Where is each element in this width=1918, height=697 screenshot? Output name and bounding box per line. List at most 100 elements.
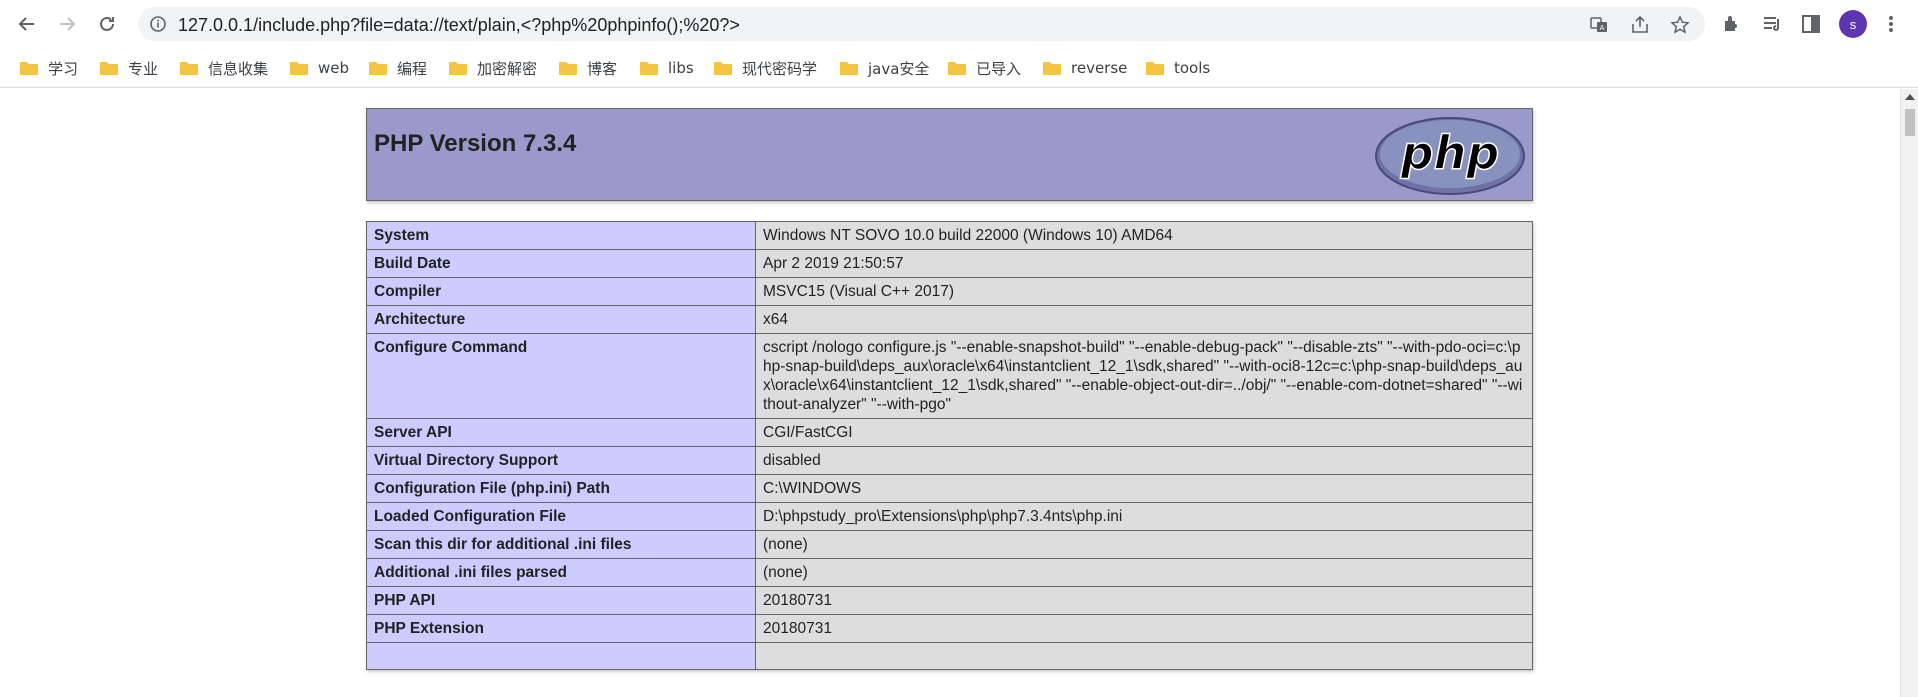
row-value: cscript /nologo configure.js "--enable-s… [755,333,1533,419]
bookmark-folder[interactable]: 加密解密 [449,56,537,80]
bookmark-folder[interactable]: 已导入 [948,56,1021,80]
translate-icon[interactable]: A [1589,15,1609,35]
row-key: Configuration File (php.ini) Path [366,474,756,503]
table-row [366,642,1533,670]
bookmark-label: 信息收集 [208,59,269,78]
side-panel-icon[interactable] [1800,13,1822,35]
reading-list-icon[interactable] [1761,13,1783,35]
browser-toolbar: 127.0.0.1/include.php?file=data://text/p… [0,0,1918,48]
reload-button[interactable] [92,9,122,39]
profile-avatar[interactable]: s [1839,10,1867,38]
vertical-scrollbar[interactable] [1900,89,1918,697]
bookmark-label: 现代密码学 [742,59,818,78]
bookmark-folder[interactable]: 学习 [20,56,78,80]
bookmark-folder[interactable]: java安全 [840,56,929,80]
bookmark-folder[interactable]: libs [640,56,694,80]
folder-icon [840,62,858,75]
row-key [366,642,756,670]
row-value: Windows NT SOVO 10.0 build 22000 (Window… [755,221,1533,250]
reload-icon [100,16,114,31]
bookmarks-bar: 学习 专业 信息收集 web 编程 加密解密 博客 libs 现代密码学 jav… [0,48,1918,88]
extensions-icon[interactable] [1721,13,1743,35]
table-row: PHP API 20180731 [366,586,1533,615]
row-value: D:\phpstudy_pro\Extensions\php\php7.3.4n… [755,502,1533,531]
folder-icon [714,62,732,75]
back-button[interactable] [12,9,42,39]
row-key: PHP Extension [366,614,756,643]
phpinfo-header: PHP Version 7.3.4 php [366,108,1533,201]
bookmark-label: 学习 [48,59,79,78]
row-key: Configure Command [366,333,756,419]
table-row: Server API CGI/FastCGI [366,418,1533,447]
table-row: Additional .ini files parsed (none) [366,558,1533,587]
bookmark-label: java安全 [868,59,930,78]
row-key: Build Date [366,249,756,278]
more-menu-icon[interactable] [1880,13,1902,35]
site-info-icon[interactable] [148,14,168,34]
row-value: (none) [755,558,1533,587]
share-icon[interactable] [1630,15,1650,35]
folder-icon [180,62,198,75]
table-row: Configuration File (php.ini) Path C:\WIND… [366,474,1533,503]
bookmark-folder[interactable]: 现代密码学 [714,56,817,80]
bookmark-folder[interactable]: 编程 [369,56,427,80]
forward-button[interactable] [52,9,82,39]
scroll-up-arrow-icon[interactable] [1905,94,1915,100]
bookmark-label: libs [668,59,694,77]
php-logo[interactable]: php [1374,116,1526,196]
row-value [755,642,1533,670]
row-value: CGI/FastCGI [755,418,1533,447]
scrollbar-thumb[interactable] [1905,109,1915,136]
page-content: PHP Version 7.3.4 php System Windows NT S… [0,89,1900,697]
folder-icon [290,62,308,75]
bookmark-label: 博客 [587,59,618,78]
row-key: Loaded Configuration File [366,502,756,531]
folder-icon [640,62,658,75]
row-value: 20180731 [755,614,1533,643]
folder-icon [559,62,577,75]
row-value: (none) [755,530,1533,559]
folder-icon [20,62,38,75]
folder-icon [369,62,387,75]
bookmark-label: 已导入 [976,59,1022,78]
bookmark-star-icon[interactable] [1670,15,1690,35]
folder-icon [1043,62,1061,75]
row-value: MSVC15 (Visual C++ 2017) [755,277,1533,306]
row-key: Additional .ini files parsed [366,558,756,587]
row-key: Architecture [366,305,756,334]
folder-icon [449,62,467,75]
address-bar[interactable]: 127.0.0.1/include.php?file=data://text/p… [138,7,1705,41]
bookmark-folder[interactable]: 信息收集 [180,56,268,80]
row-value: x64 [755,305,1533,334]
row-value: disabled [755,446,1533,475]
bookmark-label: 加密解密 [477,59,538,78]
svg-text:A: A [1600,24,1605,32]
table-row: PHP Extension 20180731 [366,614,1533,643]
table-row: Loaded Configuration File D:\phpstudy_pro… [366,502,1533,531]
table-row: Scan this dir for additional .ini files(… [366,530,1533,559]
table-row: Virtual Directory Support disabled [366,446,1533,475]
row-key: System [366,221,756,250]
bookmark-folder[interactable]: 博客 [559,56,617,80]
table-row: Compiler MSVC15 (Visual C++ 2017) [366,277,1533,306]
bookmark-label: reverse [1071,59,1128,77]
row-key: Scan this dir for additional .ini files [366,530,756,559]
table-row: Architecture x64 [366,305,1533,334]
row-key: PHP API [366,586,756,615]
bookmark-label: 编程 [397,59,428,78]
bookmark-folder[interactable]: reverse [1043,56,1127,80]
bookmark-label: web [318,59,350,77]
table-row: Build Date Apr 2 2019 21:50:57 [366,249,1533,278]
row-key: Compiler [366,277,756,306]
folder-icon [948,62,966,75]
bookmark-folder[interactable]: web [290,56,349,80]
folder-icon [100,62,118,75]
row-key: Virtual Directory Support [366,446,756,475]
bookmark-folder[interactable]: 专业 [100,56,158,80]
url-text[interactable]: 127.0.0.1/include.php?file=data://text/p… [178,15,740,36]
bookmark-folder[interactable]: tools [1146,56,1210,80]
phpinfo-table: System Windows NT SOVO 10.0 build 22000 (… [366,221,1533,670]
page-title: PHP Version 7.3.4 [374,130,577,157]
bookmark-label: tools [1174,59,1211,77]
row-value: Apr 2 2019 21:50:57 [755,249,1533,278]
